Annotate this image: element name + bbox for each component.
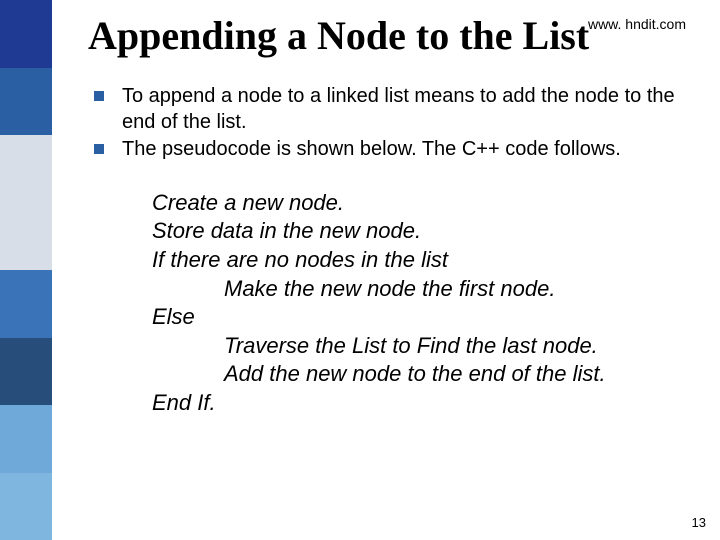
sidebar-block — [0, 473, 52, 540]
page-number: 13 — [692, 515, 706, 530]
pseudocode-block: Create a new node. Store data in the new… — [152, 189, 690, 418]
sidebar-block — [0, 405, 52, 473]
sidebar-block — [0, 135, 52, 203]
sidebar-block — [0, 203, 52, 271]
pseudo-line-indented: Make the new node the first node. — [152, 275, 690, 304]
pseudo-line: Store data in the new node. — [152, 218, 421, 243]
pseudo-line: If there are no nodes in the list — [152, 247, 448, 272]
bullet-square-icon — [94, 91, 104, 101]
decorative-sidebar — [0, 0, 52, 540]
pseudo-line-indented: Add the new node to the end of the list. — [152, 360, 690, 389]
pseudo-line: Create a new node. — [152, 190, 344, 215]
bullet-item: The pseudocode is shown below. The C++ c… — [94, 137, 690, 163]
bullet-text: To append a node to a linked list means … — [122, 85, 675, 133]
bullet-item: To append a node to a linked list means … — [94, 84, 690, 135]
bullet-text: The pseudocode is shown below. The C++ c… — [122, 138, 621, 160]
bullet-square-icon — [94, 144, 104, 154]
pseudo-line-indented: Traverse the List to Find the last node. — [152, 332, 690, 361]
watermark-text: www. hndit.com — [588, 16, 686, 32]
sidebar-block — [0, 270, 52, 338]
pseudo-line: Else — [152, 304, 195, 329]
pseudo-line: End If. — [152, 390, 216, 415]
sidebar-block — [0, 338, 52, 406]
sidebar-block — [0, 0, 52, 68]
sidebar-block — [0, 68, 52, 136]
bullet-list: To append a node to a linked list means … — [94, 84, 690, 163]
slide-content: Appending a Node to the List www. hndit.… — [52, 0, 720, 540]
